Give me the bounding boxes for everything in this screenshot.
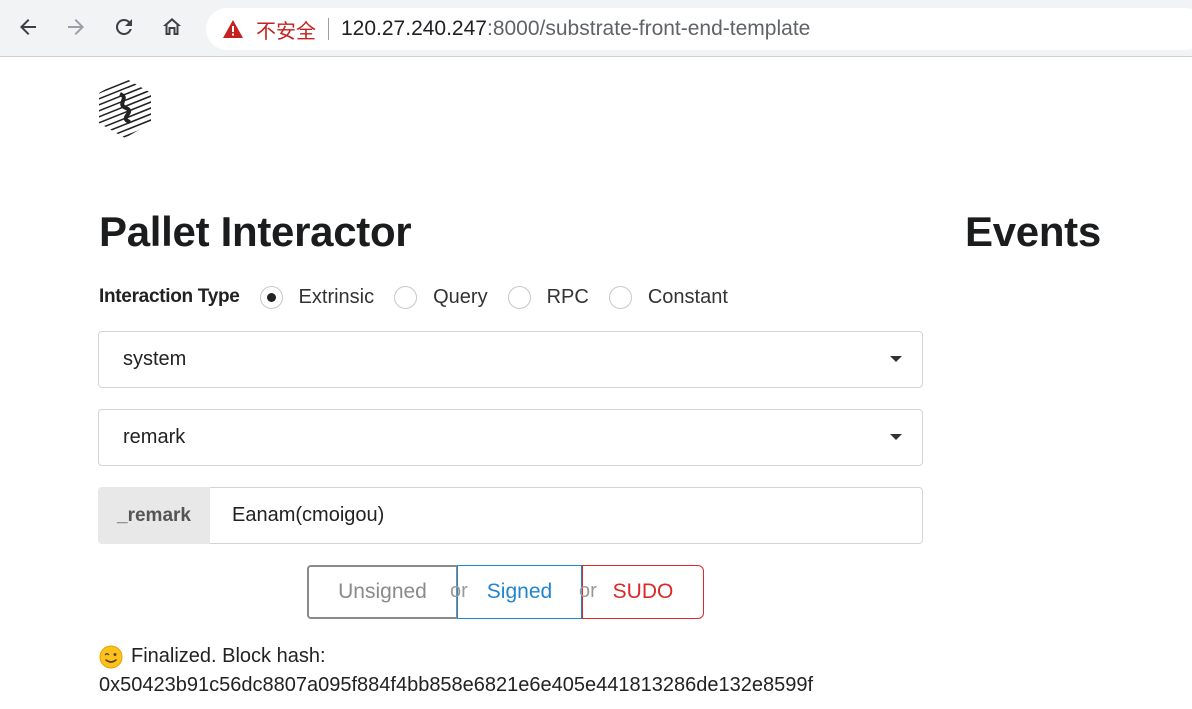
radio-label: RPC xyxy=(546,285,589,308)
remark-input[interactable] xyxy=(210,487,923,544)
url-host: 120.27.240.247 xyxy=(341,17,487,40)
radio-constant[interactable]: Constant xyxy=(608,285,728,309)
reload-button[interactable] xyxy=(106,9,142,45)
pallet-dropdown-value: system xyxy=(123,348,187,370)
radio-circle-checked-icon xyxy=(259,285,283,309)
sudo-button[interactable]: SUDO xyxy=(582,565,704,619)
url-path: :8000/substrate-front-end-template xyxy=(486,17,811,40)
callable-dropdown-value: remark xyxy=(123,426,186,448)
pallet-dropdown[interactable]: system xyxy=(98,331,923,388)
events-title: Events xyxy=(965,208,1101,255)
interaction-type-group: Interaction Type Extrinsic Query RPC Con… xyxy=(99,282,748,312)
radio-rpc[interactable]: RPC xyxy=(507,285,589,309)
browser-toolbar: 不安全 120.27.240.247:8000/substrate-front-… xyxy=(0,0,1192,57)
radio-extrinsic[interactable]: Extrinsic xyxy=(259,285,375,309)
interaction-type-label: Interaction Type xyxy=(99,286,240,307)
block-hash: 0x50423b91c56dc8807a095f884f4bb858e6821e… xyxy=(99,674,814,696)
signed-button[interactable]: Signed xyxy=(457,565,582,619)
status-text: Finalized. Block hash: xyxy=(131,645,326,667)
submit-button-group: Unsigned Signed SUDO xyxy=(307,565,704,619)
wink-emoji-icon xyxy=(99,645,123,668)
home-button[interactable] xyxy=(154,9,190,45)
or-separator: or xyxy=(579,580,597,602)
remark-param-label: _remark xyxy=(98,487,210,544)
address-bar[interactable]: 不安全 120.27.240.247:8000/substrate-front-… xyxy=(206,8,1192,50)
radio-query[interactable]: Query xyxy=(394,285,488,309)
warning-triangle-icon xyxy=(222,18,244,40)
url-separator xyxy=(328,18,329,40)
callable-dropdown[interactable]: remark xyxy=(98,409,923,466)
tx-status: Finalized. Block hash: 0x50423b91c56dc88… xyxy=(99,642,813,700)
unsigned-button[interactable]: Unsigned xyxy=(307,565,457,619)
signed-button-label: Signed xyxy=(486,580,553,603)
sudo-button-label: SUDO xyxy=(612,580,674,603)
radio-label: Extrinsic xyxy=(298,285,375,308)
substrate-logo[interactable] xyxy=(96,76,154,140)
caret-down-icon xyxy=(890,434,902,440)
radio-circle-icon xyxy=(394,285,418,309)
radio-circle-icon xyxy=(507,285,531,309)
radio-circle-icon xyxy=(608,285,632,309)
or-separator: or xyxy=(450,580,468,602)
radio-label: Query xyxy=(433,285,488,308)
home-icon xyxy=(163,18,181,35)
remark-param: _remark xyxy=(98,487,923,544)
back-button[interactable] xyxy=(10,9,46,45)
forward-button[interactable] xyxy=(58,9,94,45)
arrow-left-icon xyxy=(20,19,36,35)
arrow-right-icon xyxy=(68,19,84,35)
reload-icon xyxy=(115,18,132,35)
caret-down-icon xyxy=(890,356,902,362)
radio-label: Constant xyxy=(647,285,728,308)
security-warning-label[interactable]: 不安全 xyxy=(256,15,316,44)
page-title: Pallet Interactor xyxy=(99,208,412,255)
